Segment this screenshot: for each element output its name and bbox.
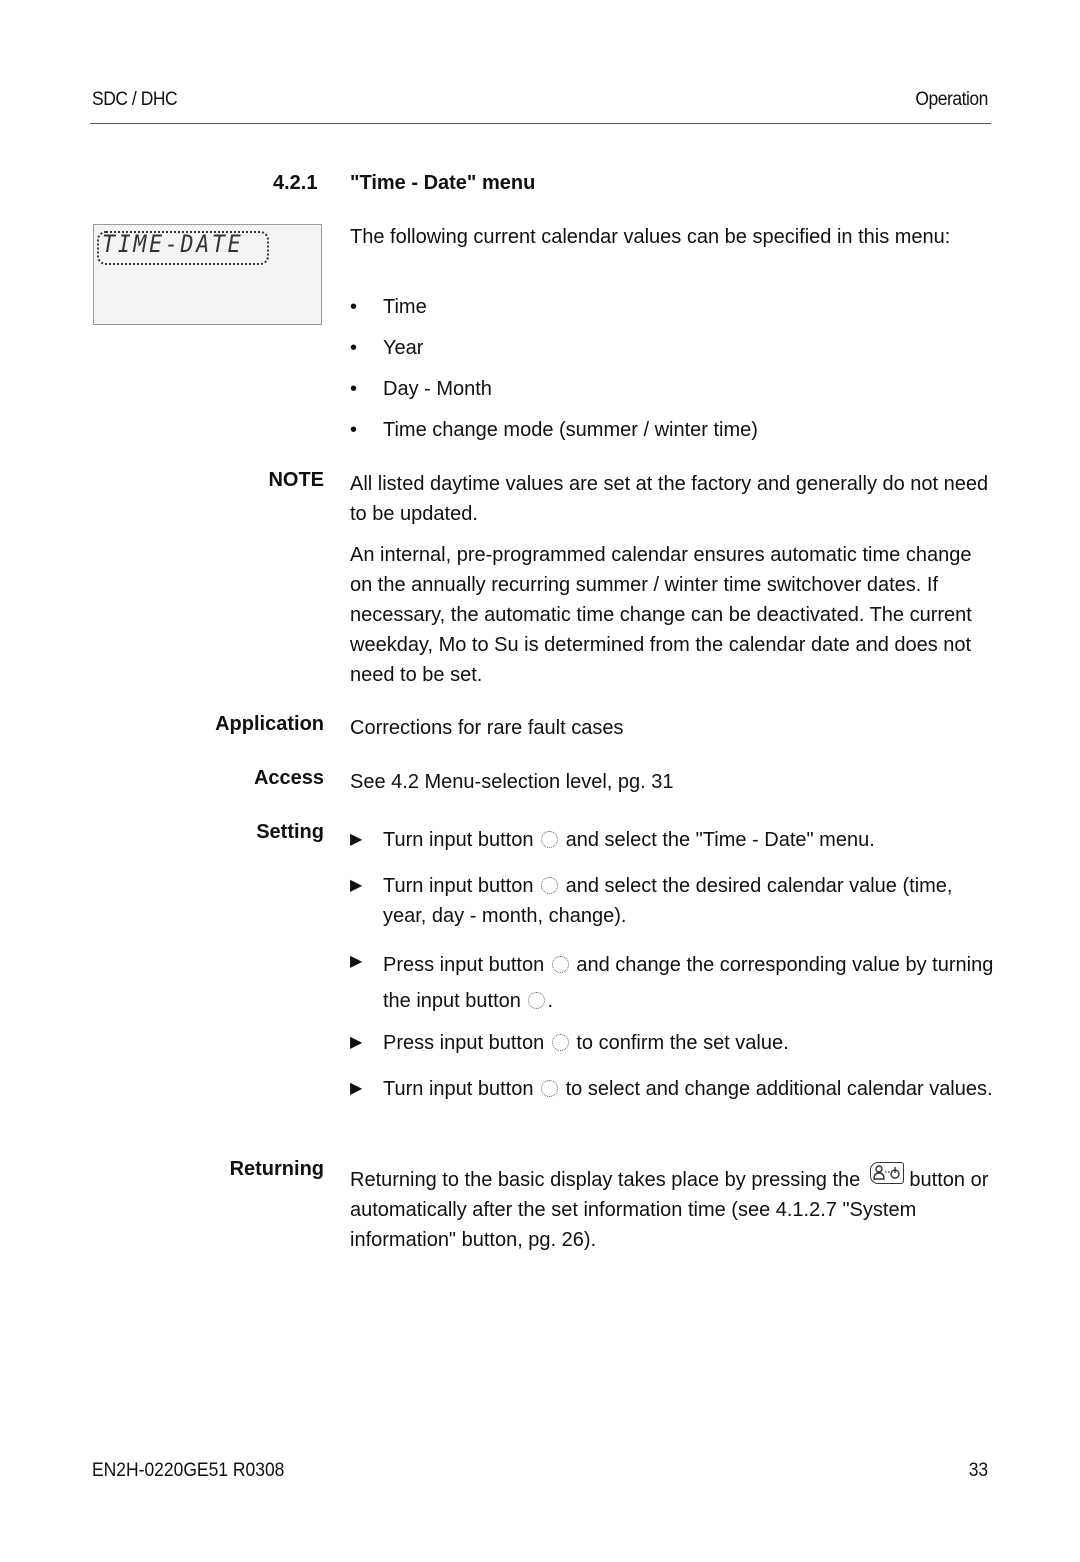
setting-step: ▶ Turn input button to select and change… — [350, 1074, 995, 1104]
bullet-icon: • — [350, 296, 358, 318]
access-text: See 4.2 Menu-selection level, pg. 31 — [350, 771, 674, 793]
header-rule — [90, 123, 991, 124]
input-knob-icon — [551, 956, 569, 973]
setting-step: ▶ Turn input button and select the desir… — [350, 871, 995, 931]
returning-label: Returning — [229, 1158, 324, 1180]
note-paragraph-2: An internal, pre-programmed calendar ens… — [350, 544, 972, 686]
input-knob-icon — [541, 831, 559, 848]
system-info-button-icon — [869, 1162, 904, 1184]
arrow-right-icon: ▶ — [350, 877, 363, 894]
input-knob-icon — [541, 877, 559, 894]
arrow-right-icon: ▶ — [350, 953, 363, 970]
note-paragraph-1: All listed daytime values are set at the… — [350, 473, 989, 525]
header-left: SDC / DHC — [92, 89, 178, 110]
note-label: NOTE — [268, 469, 324, 491]
input-knob-icon — [551, 1034, 569, 1051]
returning-text: Returning to the basic display takes pla… — [350, 1162, 995, 1255]
arrow-right-icon: ▶ — [350, 1034, 363, 1051]
lcd-text: TIME-DATE — [102, 230, 244, 258]
section-title: "Time - Date" menu — [350, 172, 536, 194]
setting-step: ▶ Press input button to confirm the set … — [350, 1028, 995, 1058]
page-number: 33 — [968, 1460, 988, 1481]
setting-step: ▶ Turn input button and select the "Time… — [350, 825, 995, 855]
setting-step: ▶ Press input button and change the corr… — [350, 947, 995, 1019]
bullet-icon: • — [350, 337, 358, 359]
input-knob-icon — [541, 1080, 559, 1097]
footer-doc-id: EN2H-0220GE51 R0308 — [92, 1460, 285, 1481]
arrow-right-icon: ▶ — [350, 1080, 363, 1097]
section-number: 4.2.1 — [273, 172, 318, 194]
bullet-icon: • — [350, 378, 358, 400]
list-item: • Day - Month — [350, 374, 492, 404]
input-knob-icon — [528, 992, 546, 1009]
list-item: • Time — [350, 292, 427, 322]
lcd-display: TIME-DATE — [93, 224, 322, 325]
application-text: Corrections for rare fault cases — [350, 717, 624, 739]
access-label: Access — [253, 767, 324, 789]
header-right: Operation — [915, 89, 988, 110]
arrow-right-icon: ▶ — [350, 831, 363, 848]
intro-text: The following current calendar values ca… — [350, 226, 951, 248]
list-item: • Year — [350, 333, 423, 363]
setting-label: Setting — [256, 821, 324, 843]
bullet-icon: • — [350, 419, 358, 441]
application-label: Application — [215, 713, 324, 735]
list-item: • Time change mode (summer / winter time) — [350, 415, 758, 445]
